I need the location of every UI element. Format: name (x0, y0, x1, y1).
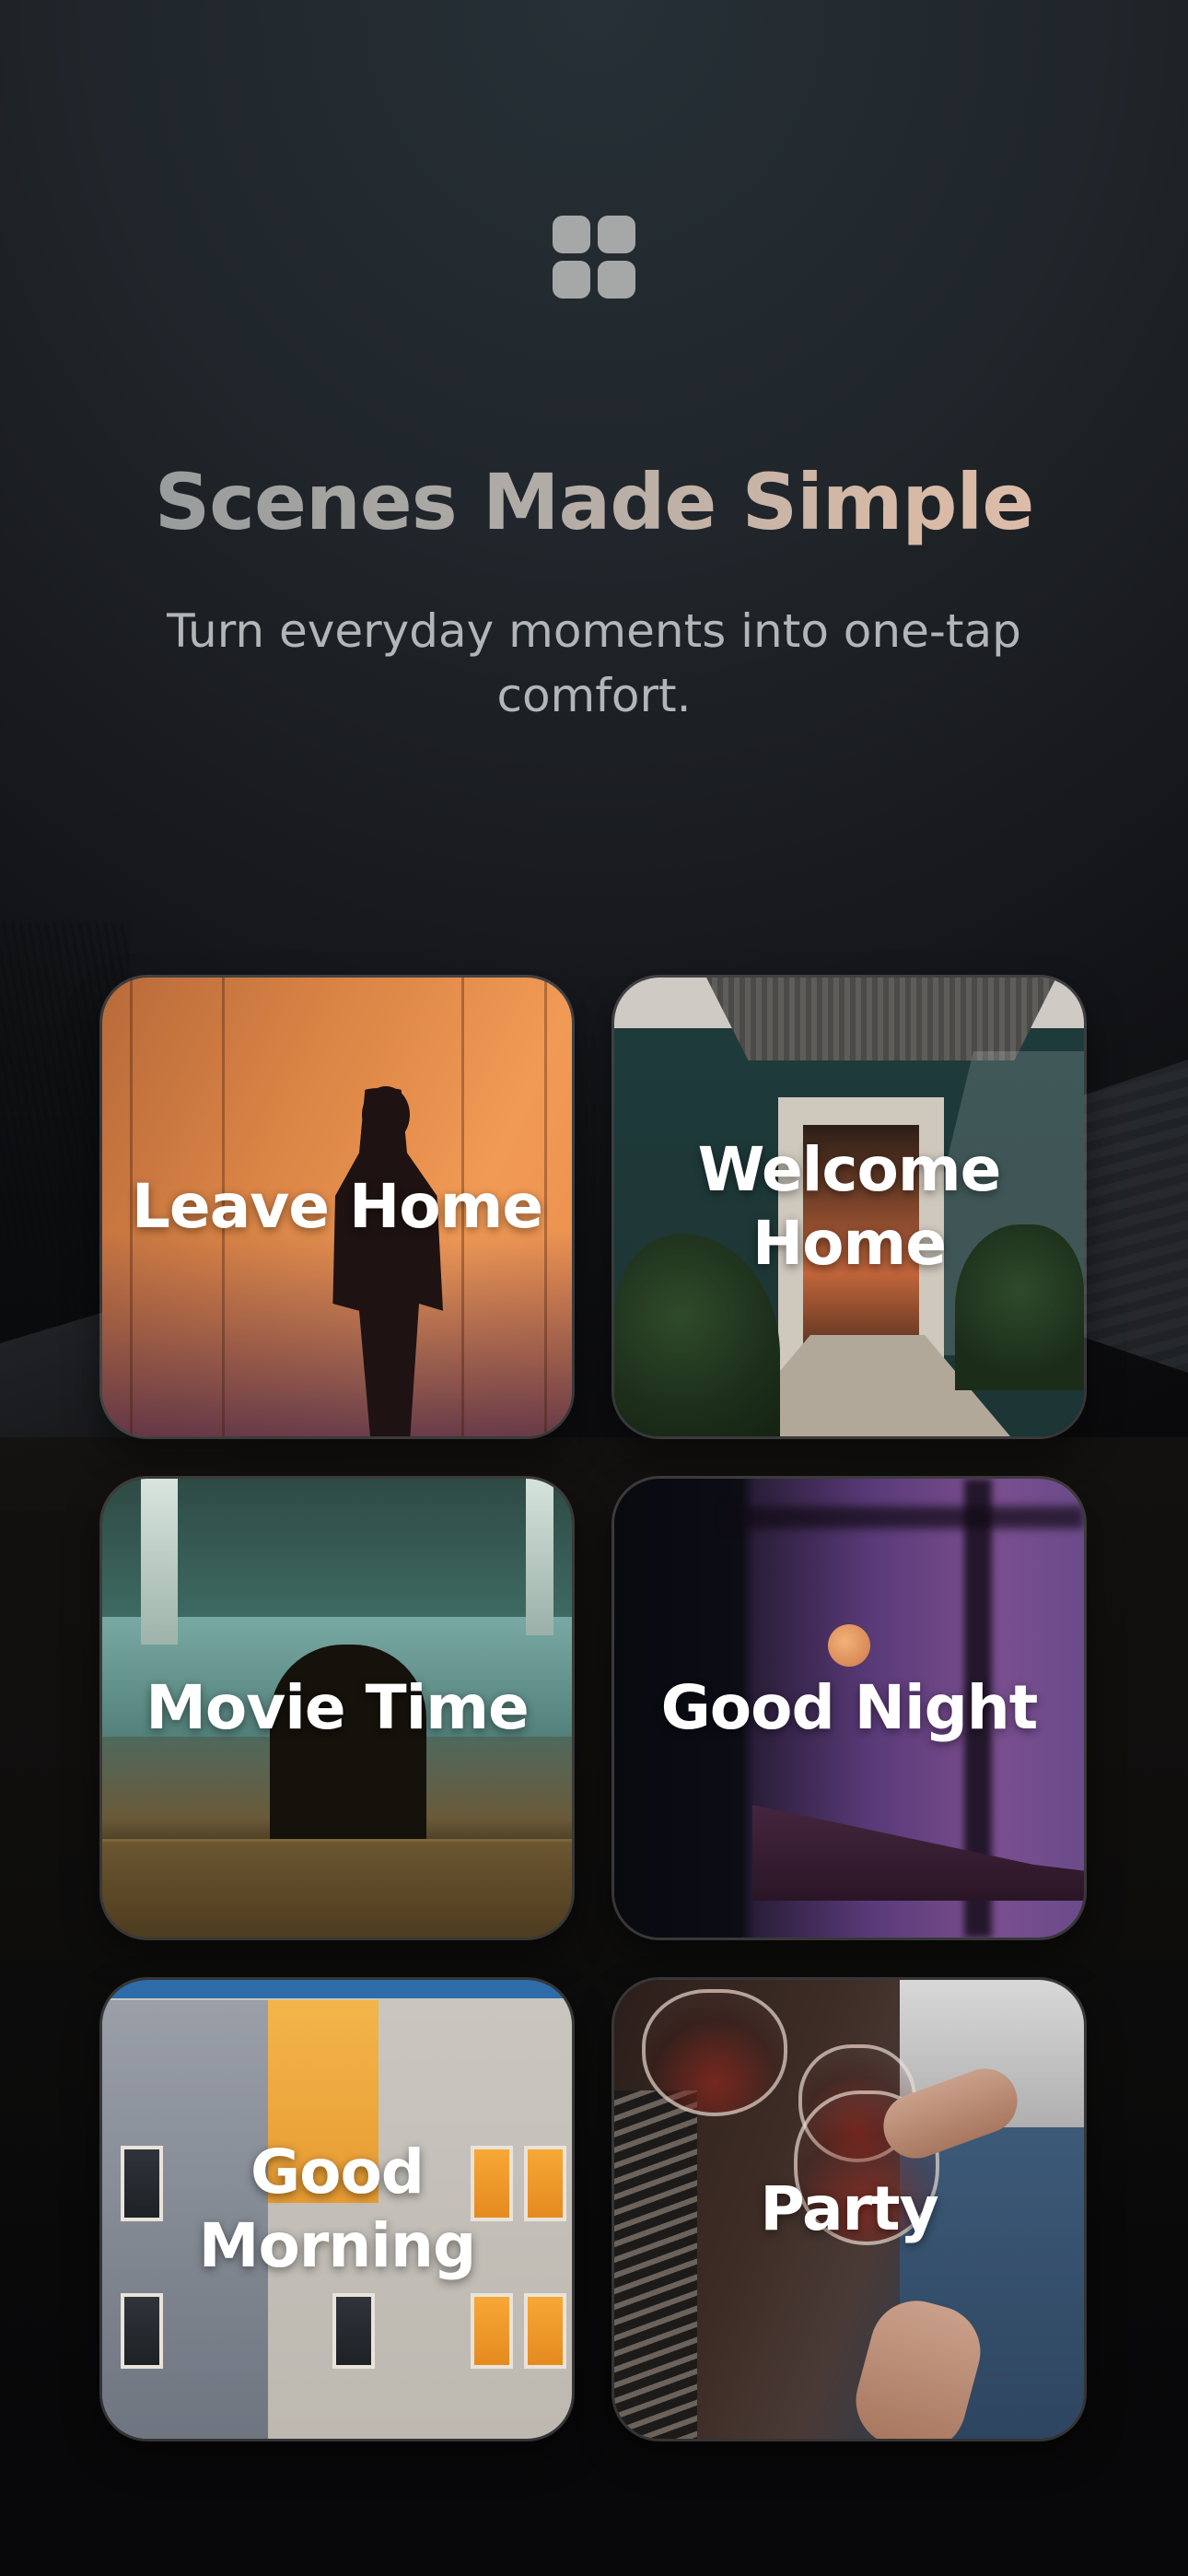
onboarding-screen: Scenes Made Simple Turn everyday moments… (0, 0, 1188, 2576)
scene-label: Good Morning (198, 2137, 476, 2281)
wine-glass (642, 1989, 787, 2116)
scene-label: Leave Home (131, 1171, 543, 1242)
striped-sleeve (614, 2090, 697, 2439)
logo-square (553, 216, 590, 253)
window-frame-horizontal (725, 1506, 1084, 1528)
grid-four-squares-icon (553, 216, 635, 299)
sofa (102, 1839, 572, 1938)
scene-card-leave-home[interactable]: Leave Home (99, 975, 575, 1439)
scene-label: Party (760, 2173, 938, 2244)
logo-square (553, 261, 590, 299)
page-title: Scenes Made Simple (0, 451, 1188, 553)
moon (828, 1624, 870, 1667)
scene-card-good-morning[interactable]: Good Morning (99, 1977, 575, 2441)
scene-label: Movie Time (146, 1672, 530, 1743)
scene-label: Good Night (660, 1672, 1039, 1743)
scene-card-good-night[interactable]: Good Night (611, 1476, 1087, 1940)
scene-card-party[interactable]: Party (611, 1977, 1087, 2441)
window (332, 2293, 375, 2369)
pillar-left (141, 1479, 178, 1645)
entrance-canopy (706, 978, 1056, 1060)
scene-card-welcome-home[interactable]: Welcome Home (611, 975, 1087, 1439)
scene-card-movie-time[interactable]: Movie Time (99, 1476, 575, 1940)
pillar-right (526, 1479, 553, 1635)
logo-square (598, 261, 635, 299)
page-subtitle: Turn everyday moments into one-tap comfo… (167, 604, 1021, 722)
logo-square (598, 216, 635, 253)
scenes-grid: Leave Home Welcome Home Movie Time Good … (99, 975, 1087, 2441)
window (121, 2293, 163, 2369)
scene-label: Welcome Home (697, 1134, 1002, 1279)
person-head (362, 1086, 410, 1143)
rooftop (752, 1805, 1084, 1901)
window (471, 2293, 513, 2369)
window (524, 2293, 566, 2369)
